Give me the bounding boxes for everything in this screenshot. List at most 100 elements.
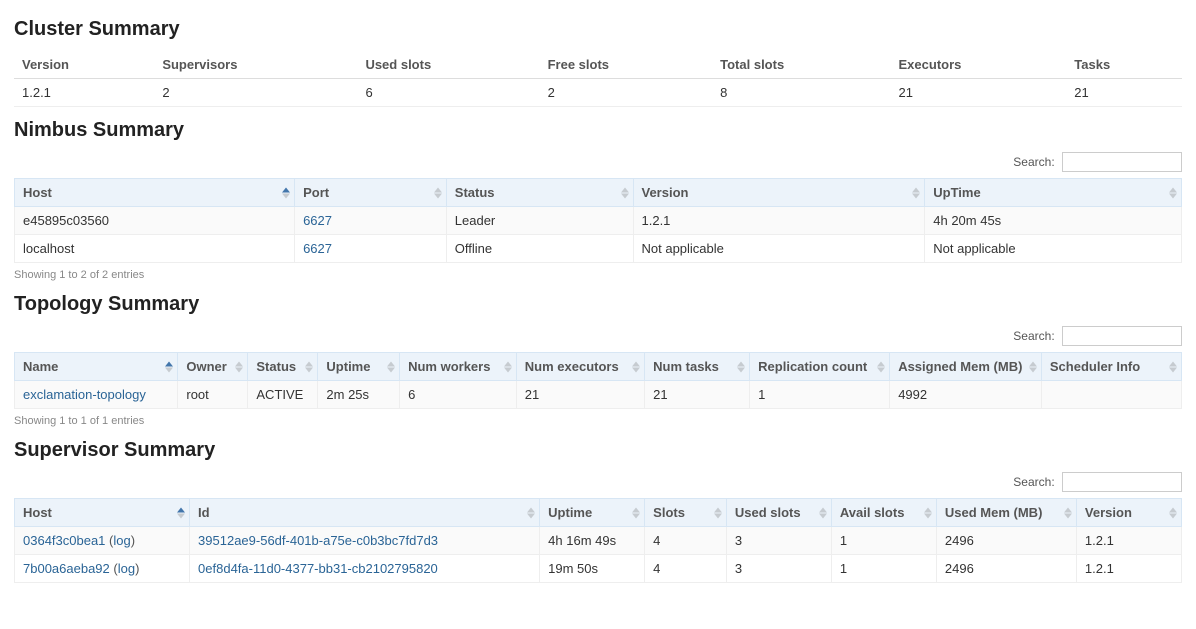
cell-mem: 2496 — [936, 555, 1076, 583]
topology-table: Name Owner Status Uptime Num workers Num… — [14, 352, 1182, 409]
cell-free-slots: 2 — [540, 79, 713, 107]
supervisor-search-input[interactable] — [1062, 472, 1182, 492]
col-host[interactable]: Host — [15, 179, 295, 207]
cluster-summary-heading: Cluster Summary — [14, 18, 1182, 41]
cell-executors: 21 — [891, 79, 1067, 107]
supervisor-log-link[interactable]: log — [113, 533, 130, 548]
sort-icon — [819, 507, 827, 518]
col-status[interactable]: Status — [248, 353, 318, 381]
cell-supervisors: 2 — [154, 79, 357, 107]
table-row: e45895c03560 6627 Leader 1.2.1 4h 20m 45… — [15, 207, 1182, 235]
nimbus-entries-info: Showing 1 to 2 of 2 entries — [14, 269, 1182, 281]
sort-icon — [621, 187, 629, 198]
cell-avail: 1 — [831, 555, 936, 583]
col-id[interactable]: Id — [190, 499, 540, 527]
col-usedmem[interactable]: Used Mem (MB) — [936, 499, 1076, 527]
sort-icon — [1169, 361, 1177, 372]
nimbus-table: Host Port Status Version UpTime e45895c0… — [14, 178, 1182, 263]
sort-icon — [1169, 187, 1177, 198]
sort-icon — [305, 361, 313, 372]
cell-status: Leader — [446, 207, 633, 235]
col-owner[interactable]: Owner — [178, 353, 248, 381]
col-used[interactable]: Used slots — [726, 499, 831, 527]
col-uptime[interactable]: UpTime — [925, 179, 1182, 207]
supervisor-summary-heading: Supervisor Summary — [14, 439, 1182, 462]
cell-version: 1.2.1 — [14, 79, 154, 107]
col-mem[interactable]: Assigned Mem (MB) — [890, 353, 1042, 381]
cell-slots: 4 — [645, 527, 727, 555]
cluster-summary-table: Version Supervisors Used slots Free slot… — [14, 51, 1182, 107]
supervisor-table: Host Id Uptime Slots Used slots Avail sl… — [14, 498, 1182, 583]
supervisor-log-link[interactable]: log — [118, 561, 135, 576]
col-avail[interactable]: Avail slots — [831, 499, 936, 527]
supervisor-id-link[interactable]: 0ef8d4fa-11d0-4377-bb31-cb2102795820 — [198, 561, 438, 576]
sort-icon — [632, 507, 640, 518]
port-link[interactable]: 6627 — [303, 241, 332, 256]
cell-uptime: 19m 50s — [540, 555, 645, 583]
sort-icon — [165, 361, 173, 372]
topology-entries-info: Showing 1 to 1 of 1 entries — [14, 415, 1182, 427]
sort-icon — [504, 361, 512, 372]
col-total-slots: Total slots — [712, 51, 890, 79]
col-supervisors: Supervisors — [154, 51, 357, 79]
col-uptime[interactable]: Uptime — [318, 353, 400, 381]
cell-used-slots: 6 — [357, 79, 539, 107]
nimbus-search-input[interactable] — [1062, 152, 1182, 172]
cell-avail: 1 — [831, 527, 936, 555]
col-status[interactable]: Status — [446, 179, 633, 207]
cluster-row: 1.2.1 2 6 2 8 21 21 — [14, 79, 1182, 107]
col-used-slots: Used slots — [357, 51, 539, 79]
cell-status: Offline — [446, 235, 633, 263]
sort-icon — [1029, 361, 1037, 372]
col-workers[interactable]: Num workers — [400, 353, 517, 381]
col-version[interactable]: Version — [1076, 499, 1181, 527]
cell-tasks: 21 — [1066, 79, 1182, 107]
cell-slots: 4 — [645, 555, 727, 583]
col-executors[interactable]: Num executors — [516, 353, 644, 381]
supervisor-search-label: Search: — [1013, 475, 1054, 489]
cell-owner: root — [178, 381, 248, 409]
table-row: exclamation-topology root ACTIVE 2m 25s … — [15, 381, 1182, 409]
port-link[interactable]: 6627 — [303, 213, 332, 228]
nimbus-search-label: Search: — [1013, 155, 1054, 169]
nimbus-summary-heading: Nimbus Summary — [14, 119, 1182, 142]
supervisor-host-link[interactable]: 7b00a6aeba92 — [23, 561, 110, 576]
supervisor-id-link[interactable]: 39512ae9-56df-401b-a75e-c0b3bc7fd7d3 — [198, 533, 438, 548]
col-slots[interactable]: Slots — [645, 499, 727, 527]
col-port[interactable]: Port — [295, 179, 447, 207]
col-name[interactable]: Name — [15, 353, 178, 381]
sort-icon — [282, 187, 290, 198]
cell-uptime: 4h 20m 45s — [925, 207, 1182, 235]
col-replication[interactable]: Replication count — [750, 353, 890, 381]
col-version[interactable]: Version — [633, 179, 925, 207]
cell-executors: 21 — [516, 381, 644, 409]
col-executors: Executors — [891, 51, 1067, 79]
sort-icon — [737, 361, 745, 372]
col-scheduler[interactable]: Scheduler Info — [1041, 353, 1181, 381]
topology-name-link[interactable]: exclamation-topology — [23, 387, 146, 402]
table-row: localhost 6627 Offline Not applicable No… — [15, 235, 1182, 263]
sort-icon — [632, 361, 640, 372]
cell-host: localhost — [15, 235, 295, 263]
cell-scheduler — [1041, 381, 1181, 409]
col-host[interactable]: Host — [15, 499, 190, 527]
topology-search-label: Search: — [1013, 329, 1054, 343]
cell-replication: 1 — [750, 381, 890, 409]
col-uptime[interactable]: Uptime — [540, 499, 645, 527]
topology-summary-heading: Topology Summary — [14, 293, 1182, 316]
cell-version: 1.2.1 — [1076, 555, 1181, 583]
cell-used: 3 — [726, 527, 831, 555]
col-tasks[interactable]: Num tasks — [645, 353, 750, 381]
sort-icon — [1169, 507, 1177, 518]
sort-icon — [1064, 507, 1072, 518]
cell-status: ACTIVE — [248, 381, 318, 409]
col-version: Version — [14, 51, 154, 79]
cell-uptime: 4h 16m 49s — [540, 527, 645, 555]
sort-icon — [434, 187, 442, 198]
sort-icon — [877, 361, 885, 372]
sort-icon — [714, 507, 722, 518]
supervisor-host-link[interactable]: 0364f3c0bea1 — [23, 533, 105, 548]
cell-version: Not applicable — [633, 235, 925, 263]
cell-version: 1.2.1 — [1076, 527, 1181, 555]
topology-search-input[interactable] — [1062, 326, 1182, 346]
